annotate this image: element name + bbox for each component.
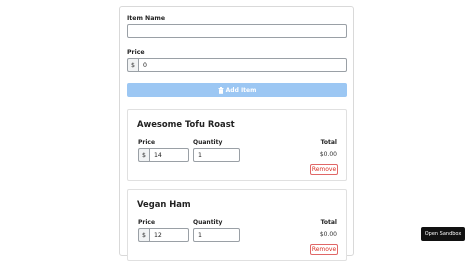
item-name: Awesome Tofu Roast — [137, 119, 235, 129]
item-price-prefix: $ — [138, 228, 149, 242]
remove-item-button[interactable]: Remove — [310, 244, 338, 255]
add-item-button[interactable]: Add Item — [127, 83, 347, 97]
price-input-group: $ 0 — [127, 58, 347, 72]
item-name-label: Item Name — [127, 15, 166, 22]
item-quantity-input[interactable]: 1 — [193, 228, 240, 242]
item-price-group: $ 12 — [138, 228, 189, 242]
item-name-input[interactable] — [127, 24, 347, 38]
item-card: Awesome Tofu Roast Price $ 14 Quantity 1… — [127, 109, 347, 181]
item-card: Vegan Ham Price $ 12 Quantity 1 Total $0… — [127, 189, 347, 261]
item-total-label: Total — [320, 219, 337, 226]
item-price-input[interactable]: 14 — [149, 148, 189, 162]
item-total-label: Total — [320, 139, 337, 146]
trash-icon — [218, 86, 224, 94]
shopping-form-panel: Item Name Price $ 0 Add Item Awesome Tof… — [119, 6, 354, 261]
price-currency-prefix: $ — [127, 58, 138, 72]
item-quantity-label: Quantity — [193, 219, 223, 226]
price-input[interactable]: 0 — [138, 58, 347, 72]
item-price-input[interactable]: 12 — [149, 228, 189, 242]
open-sandbox-button[interactable]: Open Sandbox — [421, 227, 465, 241]
item-quantity-input[interactable]: 1 — [193, 148, 240, 162]
item-quantity-label: Quantity — [193, 139, 223, 146]
item-name: Vegan Ham — [137, 199, 191, 209]
remove-item-button[interactable]: Remove — [310, 164, 338, 175]
item-price-label: Price — [138, 139, 156, 146]
item-price-group: $ 14 — [138, 148, 189, 162]
item-total-value: $0.00 — [319, 231, 337, 238]
item-total-value: $0.00 — [319, 151, 337, 158]
item-price-label: Price — [138, 219, 156, 226]
item-price-prefix: $ — [138, 148, 149, 162]
add-item-label: Add Item — [225, 86, 257, 94]
price-label: Price — [127, 49, 145, 56]
